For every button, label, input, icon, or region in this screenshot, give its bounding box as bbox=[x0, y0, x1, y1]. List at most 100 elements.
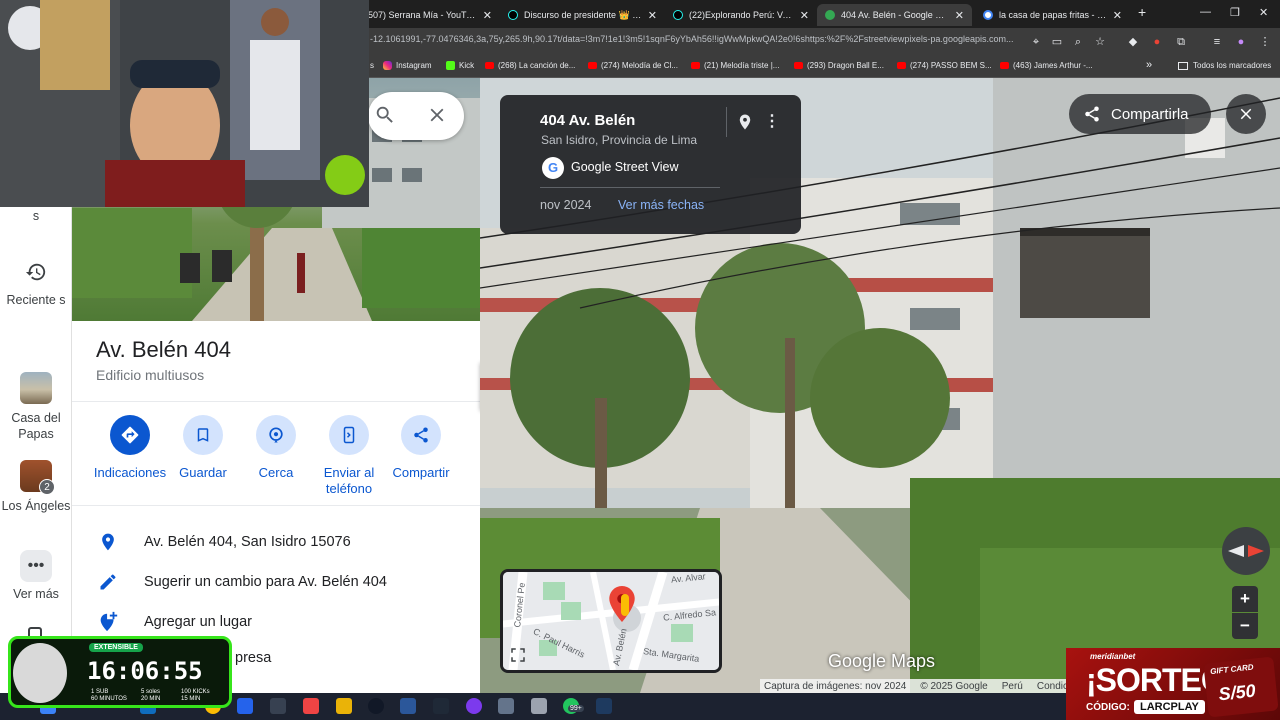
bookmarks-overflow-button[interactable]: » bbox=[1146, 59, 1152, 71]
business-row[interactable]: presa bbox=[235, 650, 271, 666]
saved-list-label: Los Ángeles bbox=[1, 499, 71, 513]
sv-card-title[interactable]: 404 Av. Belén bbox=[540, 112, 635, 129]
street-view-info-card: 404 Av. Belén San Isidro, Provincia de L… bbox=[500, 95, 801, 234]
stream-timer-widget: EXTENSIBLE 16:06:55 1 SUB 60 MINUTOS 5 so… bbox=[8, 636, 232, 708]
extensions-puzzle-icon[interactable]: ⧉ bbox=[1174, 35, 1188, 49]
profile-icon[interactable]: ● bbox=[1234, 35, 1248, 49]
saved-list-casa-papas[interactable]: Casa del Papas bbox=[0, 372, 72, 442]
zoom-in-button[interactable]: + bbox=[1232, 586, 1258, 612]
suggest-edit-row[interactable]: Sugerir un cambio para Av. Belén 404 bbox=[96, 570, 387, 594]
url-text[interactable]: -12.1061991,-77.0476346,3a,75y,265.9h,90… bbox=[370, 34, 1026, 44]
bookmark-youtube[interactable]: (268) La canción de... bbox=[485, 61, 575, 70]
app-icon[interactable] bbox=[303, 698, 319, 714]
recent-label: Reciente s bbox=[6, 293, 66, 307]
recent-button[interactable]: Reciente s bbox=[0, 256, 72, 308]
close-tab-icon[interactable]: ✕ bbox=[955, 9, 964, 22]
bookmark-youtube[interactable]: (463) James Arthur -... bbox=[1000, 61, 1093, 70]
bookmark-icon bbox=[183, 415, 223, 455]
share-button[interactable]: Compartir bbox=[384, 415, 458, 481]
share-icon bbox=[401, 415, 441, 455]
close-tab-icon[interactable]: ✕ bbox=[648, 9, 657, 22]
bookmark-label: Instagram bbox=[396, 61, 432, 70]
bookmark-label: (21) Melodía triste |... bbox=[704, 61, 780, 70]
app-icon[interactable] bbox=[466, 698, 482, 714]
obs-icon[interactable] bbox=[368, 698, 384, 714]
youtube-icon bbox=[1000, 62, 1009, 69]
rail-fragment: s bbox=[32, 209, 40, 223]
bookmark-star-icon[interactable]: ☆ bbox=[1093, 35, 1107, 49]
nearby-button[interactable]: Cerca bbox=[239, 415, 313, 481]
more-button[interactable]: ••• Ver más bbox=[0, 550, 72, 602]
directions-button[interactable]: Indicaciones bbox=[93, 415, 167, 481]
add-place-row[interactable]: Agregar un lugar bbox=[96, 610, 252, 634]
word-icon[interactable] bbox=[400, 698, 416, 714]
mail-icon[interactable] bbox=[237, 698, 253, 714]
app-icon[interactable] bbox=[498, 698, 514, 714]
close-tab-icon[interactable]: ✕ bbox=[483, 9, 492, 22]
more-label: Ver más bbox=[13, 587, 59, 601]
browser-menu-icon[interactable]: ⋮ bbox=[1258, 35, 1272, 49]
tab-tiktok-peru[interactable]: (22)Explorando Perú: Valoració ✕ bbox=[665, 4, 817, 26]
calculator-icon[interactable] bbox=[531, 698, 547, 714]
zoom-icon[interactable]: ⌕ bbox=[1071, 35, 1085, 49]
zoom-out-button[interactable]: − bbox=[1232, 613, 1258, 639]
app-icon[interactable] bbox=[270, 698, 286, 714]
location-pin-icon[interactable] bbox=[736, 112, 754, 137]
action-label: Indicaciones bbox=[93, 465, 167, 480]
new-tab-button[interactable]: + bbox=[1138, 4, 1146, 20]
steam-icon[interactable] bbox=[596, 698, 612, 714]
terms-link[interactable]: Condic bbox=[1037, 681, 1068, 692]
bookmark-label: (293) Dragon Ball E... bbox=[807, 61, 884, 70]
send-to-phone-icon bbox=[329, 415, 369, 455]
search-icon[interactable] bbox=[374, 104, 396, 131]
tab-google-search[interactable]: la casa de papas fritas - Buscar ✕ bbox=[975, 4, 1130, 26]
tab-tiktok-discurso[interactable]: Discurso de presidente 👑 | Tik ✕ bbox=[500, 4, 665, 26]
close-window-icon[interactable]: ✕ bbox=[1259, 6, 1268, 19]
share-streetview-button[interactable]: Compartirla bbox=[1069, 94, 1211, 134]
extension-icon[interactable]: ◆ bbox=[1126, 35, 1140, 49]
restore-icon[interactable]: ❐ bbox=[1230, 6, 1240, 19]
place-title: Av. Belén 404 bbox=[96, 337, 231, 362]
saved-list-los-angeles[interactable]: 2 Los Ángeles bbox=[0, 460, 72, 514]
extension-red-icon[interactable]: ● bbox=[1150, 35, 1164, 49]
bookmark-kick[interactable]: Kick bbox=[446, 61, 474, 70]
tab-youtube[interactable]: 507) Serrana Mía - YouTube ✕ bbox=[360, 4, 500, 26]
bookmark-instagram[interactable]: Instagram bbox=[383, 61, 432, 70]
sorteo-code: LARCPLAY bbox=[1134, 700, 1205, 714]
tab-label: 404 Av. Belén - Google Maps bbox=[841, 10, 949, 20]
all-bookmarks-button[interactable]: Todos los marcadores bbox=[1178, 61, 1271, 70]
close-streetview-button[interactable] bbox=[1226, 94, 1266, 134]
location-icon[interactable]: ⌖ bbox=[1029, 35, 1043, 49]
business-text-fragment: presa bbox=[235, 650, 272, 666]
region-link[interactable]: Perú bbox=[1002, 681, 1023, 692]
save-button[interactable]: Guardar bbox=[166, 415, 240, 481]
youtube-icon bbox=[588, 62, 597, 69]
bookmark-youtube[interactable]: (21) Melodía triste |... bbox=[691, 61, 779, 70]
stat-label: 100 KICKs bbox=[181, 689, 210, 695]
more-vert-icon[interactable]: ⋮ bbox=[764, 111, 780, 131]
media-control-icon[interactable]: ≡ bbox=[1210, 35, 1224, 49]
fullscreen-icon[interactable] bbox=[509, 646, 527, 664]
mini-map[interactable]: Av. Alvar Coronel Pe C. Alfredo Sa C. Pa… bbox=[500, 569, 722, 673]
more-dates-link[interactable]: Ver más fechas bbox=[618, 198, 704, 212]
tab-google-maps[interactable]: 404 Av. Belén - Google Maps ✕ bbox=[817, 4, 972, 26]
bookmark-youtube[interactable]: (293) Dragon Ball E... bbox=[794, 61, 884, 70]
close-icon[interactable] bbox=[426, 104, 448, 131]
stat-value: 15 MIN bbox=[181, 696, 201, 702]
bookmark-youtube[interactable]: (274) PASSO BEM S... bbox=[897, 61, 992, 70]
place-category[interactable]: Edificio multiusos bbox=[96, 367, 204, 383]
address-row[interactable]: Av. Belén 404, San Isidro 15076 bbox=[96, 530, 351, 554]
send-to-phone-button[interactable]: Enviar al teléfono bbox=[312, 415, 386, 497]
add-location-icon bbox=[96, 610, 120, 634]
close-tab-icon[interactable]: ✕ bbox=[1113, 9, 1122, 22]
close-tab-icon[interactable]: ✕ bbox=[800, 9, 809, 22]
bookmark-item[interactable]: s bbox=[370, 61, 374, 70]
divider bbox=[72, 505, 480, 506]
minimize-icon[interactable]: — bbox=[1200, 6, 1211, 18]
app-icon[interactable] bbox=[433, 698, 449, 714]
file-explorer-icon[interactable] bbox=[336, 698, 352, 714]
bookmark-youtube[interactable]: (274) Melodía de Cl... bbox=[588, 61, 678, 70]
cast-icon[interactable]: ▭ bbox=[1050, 35, 1064, 49]
sv-card-subtitle: San Isidro, Provincia de Lima bbox=[541, 133, 698, 147]
compass-control[interactable] bbox=[1222, 527, 1270, 575]
